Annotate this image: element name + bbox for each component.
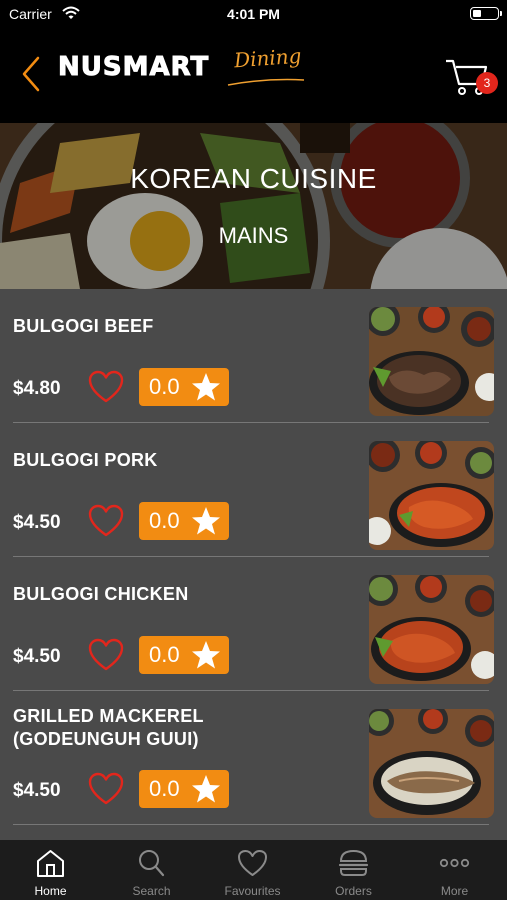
menu-item[interactable]: BULGOGI CHICKEN $4.50 0.0 — [0, 557, 507, 691]
tab-bar: Home Search Favourites Orders More — [0, 840, 507, 900]
menu-item[interactable]: GRILLED MACKEREL (GODEUNGUH GUUI) $4.50 … — [0, 691, 507, 825]
tab-more[interactable]: More — [404, 840, 505, 900]
tab-label: More — [440, 884, 469, 898]
star-icon — [192, 641, 220, 669]
item-name: BULGOGI CHICKEN — [13, 584, 189, 604]
clock: 4:01 PM — [227, 6, 280, 22]
logo-wordmark: NUSMART — [57, 52, 210, 83]
item-price: $4.50 — [13, 512, 61, 533]
search-icon — [139, 850, 165, 877]
tab-favourites[interactable]: Favourites — [202, 840, 303, 900]
item-name: BULGOGI PORK — [13, 450, 158, 470]
tab-orders[interactable]: Orders — [303, 840, 404, 900]
rating-badge[interactable]: 0.0 — [139, 636, 229, 674]
rating-badge[interactable]: 0.0 — [139, 368, 229, 406]
heart-icon[interactable] — [88, 504, 124, 538]
home-icon — [37, 850, 64, 877]
app-logo: NUSMART Dining — [57, 44, 308, 98]
back-button[interactable] — [14, 50, 48, 98]
tab-label: Search — [132, 884, 171, 898]
menu-item[interactable]: BULGOGI PORK $4.50 0.0 — [0, 423, 507, 557]
rating-value: 0.0 — [149, 642, 180, 667]
item-photo — [369, 575, 494, 684]
heart-icon[interactable] — [88, 370, 124, 404]
burger-icon — [338, 849, 369, 876]
item-price: $4.80 — [13, 378, 61, 399]
cart-count-badge: 3 — [476, 72, 498, 94]
more-icon — [439, 858, 470, 868]
logo-script: Dining — [233, 43, 303, 73]
rating-value: 0.0 — [149, 508, 180, 533]
star-icon — [192, 507, 220, 535]
heart-icon[interactable] — [88, 772, 124, 806]
logo-swoosh — [227, 78, 305, 86]
tab-label: Favourites — [224, 884, 281, 898]
menu-list: BULGOGI BEEF $4.80 0.0 BULGOGI PORK $4.5… — [0, 289, 507, 840]
rating-badge[interactable]: 0.0 — [139, 770, 229, 808]
menu-item[interactable]: BULGOGI BEEF $4.80 0.0 — [0, 289, 507, 423]
nav-bar: NUSMART Dining 3 — [0, 30, 507, 123]
item-price: $4.50 — [13, 646, 61, 667]
heart-icon[interactable] — [88, 638, 124, 672]
rating-value: 0.0 — [149, 374, 180, 399]
category-banner: KOREAN CUISINE MAINS — [0, 123, 507, 289]
rating-badge[interactable]: 0.0 — [139, 502, 229, 540]
star-icon — [192, 373, 220, 401]
tab-label: Orders — [335, 884, 372, 898]
tab-home[interactable]: Home — [0, 840, 101, 900]
cuisine-title: KOREAN CUISINE — [130, 163, 377, 194]
tab-search[interactable]: Search — [101, 840, 202, 900]
item-price: $4.50 — [13, 780, 61, 801]
status-bar: Carrier 4:01 PM — [0, 0, 507, 30]
divider — [13, 824, 489, 825]
item-photo — [369, 307, 494, 416]
item-photo — [369, 709, 494, 818]
battery-icon — [470, 7, 502, 20]
heart-icon — [238, 850, 267, 876]
rating-value: 0.0 — [149, 776, 180, 801]
tab-label: Home — [34, 884, 67, 898]
category-title: MAINS — [218, 223, 289, 248]
item-name: BULGOGI BEEF — [13, 316, 154, 336]
item-name: GRILLED MACKEREL (GODEUNGUH GUUI) — [13, 706, 204, 749]
star-icon — [192, 775, 220, 803]
item-photo — [369, 441, 494, 550]
